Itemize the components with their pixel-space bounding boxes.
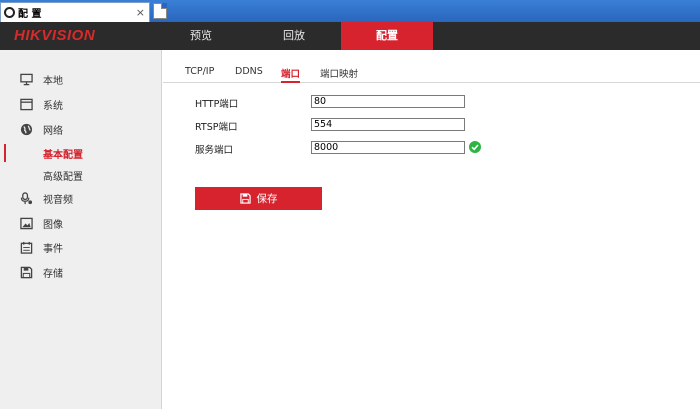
sidebar-item-event[interactable]: 事件 — [0, 236, 162, 258]
brand-logo: HIKVISION — [14, 27, 96, 44]
sidebar-item-network[interactable]: 网络 — [0, 118, 162, 140]
service-port-label: 服务端口 — [195, 145, 234, 156]
favicon-icon — [4, 7, 15, 18]
sidebar-item-label: 网络 — [43, 125, 63, 137]
sidebar-item-label: 事件 — [43, 243, 63, 255]
tab-tcpip[interactable]: TCP/IP — [185, 66, 214, 83]
sidebar-item-storage[interactable]: 存储 — [0, 261, 162, 283]
nav-playback[interactable]: 回放 — [248, 22, 340, 50]
save-button[interactable]: 保存 — [195, 187, 322, 210]
tab-port[interactable]: 端口 — [281, 66, 301, 83]
new-tab-icon[interactable] — [153, 3, 167, 19]
check-icon — [469, 141, 481, 153]
subtab-bar: TCP/IP DDNS 端口 端口映射 — [163, 61, 700, 83]
rtsp-port-label: RTSP端口 — [195, 122, 238, 133]
window-icon — [20, 98, 33, 110]
sidebar-item-system[interactable]: 系统 — [0, 93, 162, 115]
monitor-icon — [20, 73, 33, 85]
service-port-input[interactable]: 8000 — [311, 141, 465, 154]
image-icon — [20, 217, 33, 229]
nav-preview[interactable]: 预览 — [155, 22, 247, 50]
microphone-icon — [20, 191, 33, 204]
tab-title: 配 置 — [18, 9, 42, 20]
sidebar: 本地 系统 网络 基本配置 高级配置 视音频 图像 事件 存储 — [0, 50, 162, 409]
rtsp-port-input[interactable]: 554 — [311, 118, 465, 131]
sidebar-item-basic-config[interactable]: 基本配置 — [0, 142, 162, 164]
tab-ddns[interactable]: DDNS — [235, 66, 263, 83]
sidebar-item-video-audio[interactable]: 视音频 — [0, 187, 162, 209]
top-header: HIKVISION 预览 回放 配置 — [0, 22, 700, 50]
http-port-input[interactable]: 80 — [311, 95, 465, 108]
calendar-icon — [20, 241, 33, 254]
http-port-label: HTTP端口 — [195, 99, 239, 110]
sidebar-item-advanced-config[interactable]: 高级配置 — [0, 164, 162, 186]
sidebar-item-image[interactable]: 图像 — [0, 212, 162, 234]
save-button-label: 保存 — [256, 193, 278, 205]
sidebar-item-label: 基本配置 — [43, 149, 83, 161]
sidebar-item-local[interactable]: 本地 — [0, 68, 162, 90]
sidebar-item-label: 存储 — [43, 268, 63, 280]
browser-tab-bar: 配 置 × — [0, 0, 700, 22]
sidebar-item-label: 本地 — [43, 75, 63, 87]
sidebar-item-label: 高级配置 — [43, 171, 83, 183]
globe-icon — [20, 123, 33, 135]
tab-close-icon[interactable]: × — [136, 6, 145, 19]
sidebar-item-label: 图像 — [43, 219, 63, 231]
sidebar-item-label: 视音频 — [43, 194, 73, 206]
sidebar-item-label: 系统 — [43, 100, 63, 112]
floppy-icon — [20, 266, 33, 278]
nav-config[interactable]: 配置 — [341, 22, 433, 50]
save-icon — [239, 193, 251, 204]
main-content: TCP/IP DDNS 端口 端口映射 HTTP端口 80 RTSP端口 554… — [163, 50, 700, 409]
tab-port-mapping[interactable]: 端口映射 — [320, 66, 358, 83]
browser-tab[interactable]: 配 置 × — [0, 2, 150, 22]
